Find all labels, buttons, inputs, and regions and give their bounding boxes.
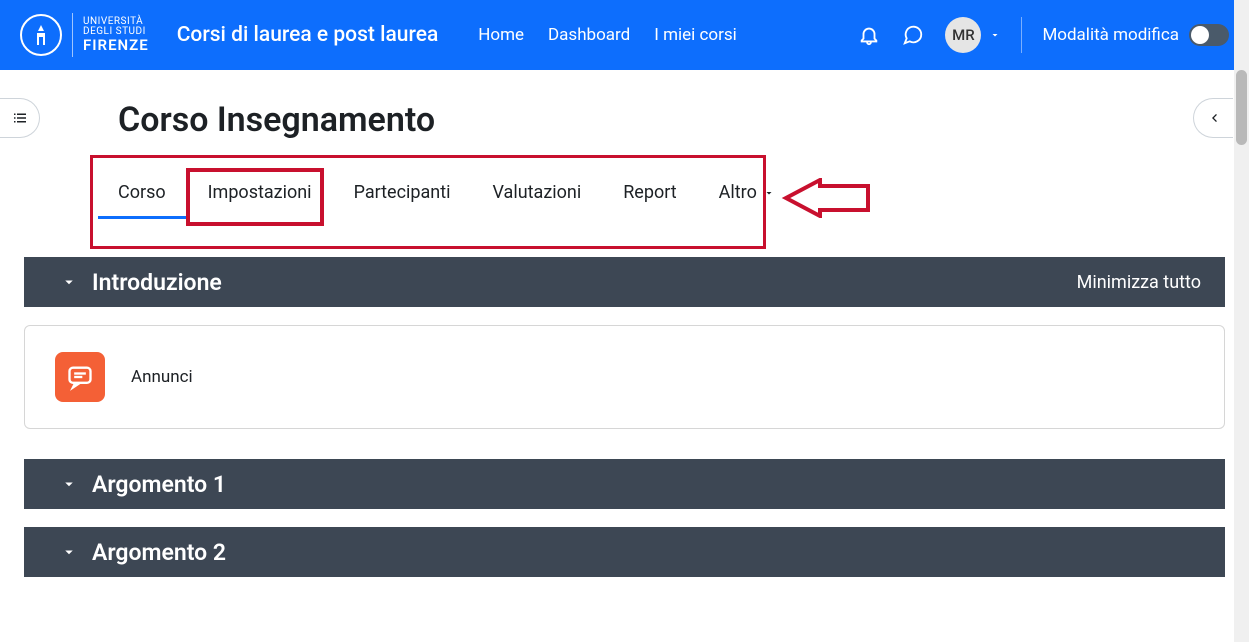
- tab-more[interactable]: Altro: [699, 168, 795, 217]
- tab-settings[interactable]: Impostazioni: [188, 168, 332, 217]
- user-menu[interactable]: MR: [945, 17, 1001, 53]
- minimize-all-button[interactable]: Minimizza tutto: [1077, 272, 1201, 293]
- scrollbar-thumb[interactable]: [1236, 70, 1247, 145]
- open-block-drawer-button[interactable]: [1193, 98, 1233, 138]
- section-header-intro[interactable]: Introduzione Minimizza tutto: [24, 257, 1225, 307]
- nav-home[interactable]: Home: [478, 25, 524, 45]
- course-tabs: Corso Impostazioni Partecipanti Valutazi…: [98, 158, 1249, 217]
- primary-nav: Home Dashboard I miei corsi: [478, 25, 737, 45]
- section-title-arg1: Argomento 1: [92, 471, 226, 498]
- avatar: MR: [945, 17, 981, 53]
- scrollbar-track[interactable]: [1234, 0, 1249, 642]
- tab-report[interactable]: Report: [603, 168, 696, 217]
- brand-logo[interactable]: UNIVERSITÀ DEGLI STUDI FIRENZE: [20, 13, 149, 57]
- tab-course[interactable]: Corso: [98, 168, 186, 217]
- nav-dashboard[interactable]: Dashboard: [548, 25, 630, 45]
- edit-mode-label: Modalità modifica: [1042, 25, 1179, 45]
- logo-divider: [72, 13, 73, 57]
- chevron-down-icon: [989, 26, 1001, 45]
- messages-icon[interactable]: [901, 23, 925, 47]
- tab-more-label: Altro: [719, 182, 757, 203]
- top-navbar: UNIVERSITÀ DEGLI STUDI FIRENZE Corsi di …: [0, 0, 1249, 70]
- edit-mode-toggle[interactable]: [1189, 24, 1229, 46]
- notifications-icon[interactable]: [857, 23, 881, 47]
- vertical-divider: [1021, 17, 1022, 53]
- main-content: Corso Insegnamento Corso Impostazioni Pa…: [0, 70, 1249, 577]
- edit-mode-toggle-block: Modalità modifica: [1042, 24, 1229, 46]
- site-title[interactable]: Corsi di laurea e post laurea: [177, 23, 439, 47]
- chevron-down-icon: [60, 475, 78, 493]
- section-title-intro: Introduzione: [92, 269, 222, 296]
- page-title: Corso Insegnamento: [118, 100, 1249, 140]
- section-header-arg1[interactable]: Argomento 1: [24, 459, 1225, 509]
- university-seal-icon: [20, 14, 62, 56]
- list-icon: [11, 109, 29, 127]
- tab-participants[interactable]: Partecipanti: [334, 168, 471, 217]
- nav-mycourses[interactable]: I miei corsi: [654, 25, 737, 45]
- navbar-right: MR Modalità modifica: [857, 17, 1229, 53]
- university-name: UNIVERSITÀ DEGLI STUDI FIRENZE: [83, 17, 149, 54]
- activity-announcements-link[interactable]: Annunci: [131, 367, 193, 387]
- section-title-arg2: Argomento 2: [92, 539, 226, 566]
- open-index-drawer-button[interactable]: [0, 98, 40, 138]
- section-header-arg2[interactable]: Argomento 2: [24, 527, 1225, 577]
- uni-line3: FIRENZE: [83, 38, 149, 54]
- chevron-down-icon: [60, 543, 78, 561]
- activity-announcements: Annunci: [24, 325, 1225, 429]
- chevron-down-icon: [60, 273, 78, 291]
- tab-grades[interactable]: Valutazioni: [473, 168, 602, 217]
- chevron-down-icon: [763, 187, 775, 199]
- forum-icon: [55, 352, 105, 402]
- chevron-left-icon: [1206, 110, 1222, 126]
